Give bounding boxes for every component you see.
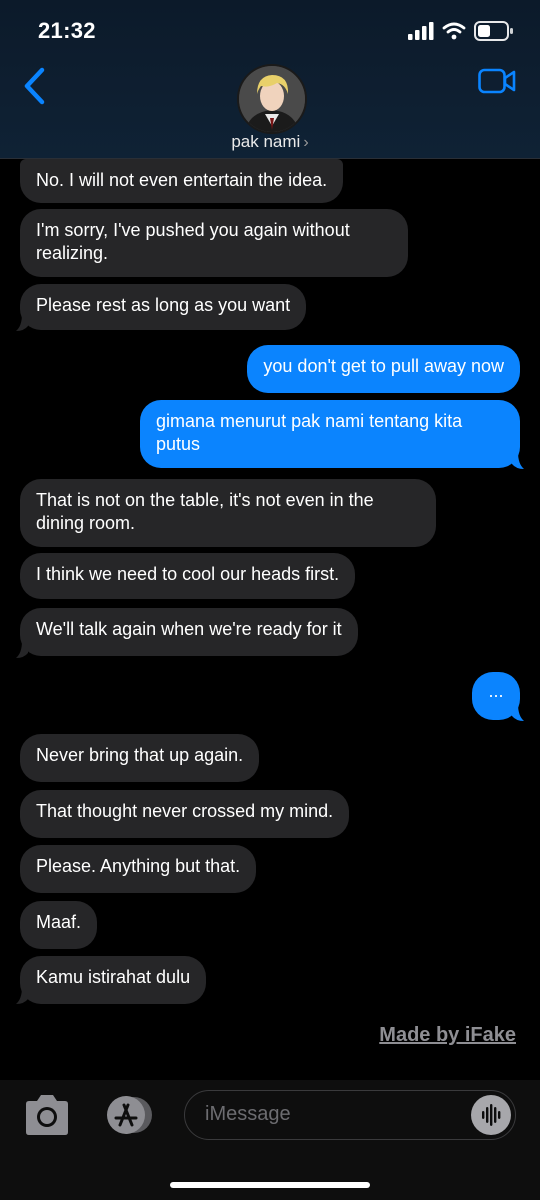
message-bubble-received[interactable]: That thought never crossed my mind. (20, 790, 350, 838)
audio-waveform-icon (482, 1104, 501, 1126)
home-indicator[interactable] (170, 1182, 370, 1188)
message-text: gimana menurut pak nami tentang kita put… (156, 411, 463, 454)
battery-icon (474, 21, 513, 41)
bubble-tail-icon (512, 452, 524, 469)
message-bubble-received[interactable]: Maaf. (20, 901, 98, 949)
back-chevron-icon[interactable] (20, 66, 50, 106)
message-text: ... (488, 681, 504, 701)
message-text: I think we need to cool our heads first. (36, 564, 340, 584)
bubble-tail-icon (512, 704, 524, 721)
message-text: you don't get to pull away now (263, 356, 504, 376)
signal-icon (408, 22, 434, 40)
message-bubble-received[interactable]: Please rest as long as you want (20, 284, 307, 330)
audio-message-button[interactable] (471, 1095, 511, 1135)
message-text: That is not on the table, it's not even … (36, 490, 374, 533)
message-bubble-received[interactable]: I'm sorry, I've pushed you again without… (20, 209, 408, 277)
app-store-icon[interactable] (100, 1094, 156, 1136)
message-bubble-sent[interactable]: gimana menurut pak nami tentang kita put… (140, 400, 520, 468)
contact-chevron-icon: › (303, 134, 309, 151)
message-text: We'll talk again when we're ready for it (36, 619, 342, 639)
message-bubble-received[interactable]: I think we need to cool our heads first. (20, 553, 356, 599)
message-bubble-received[interactable]: We'll talk again when we're ready for it (20, 608, 358, 656)
message-bubble-received[interactable]: No. I will not even entertain the idea. (20, 159, 344, 203)
message-text: Never bring that up again. (36, 745, 244, 765)
bubble-tail-icon (16, 314, 28, 331)
watermark-link[interactable]: Made by iFake (379, 1024, 516, 1047)
message-bubble-received[interactable]: Never bring that up again. (20, 734, 260, 782)
bubble-tail-icon (16, 641, 28, 658)
video-call-icon[interactable] (478, 68, 516, 94)
message-bubble-sent[interactable]: you don't get to pull away now (247, 345, 520, 393)
wifi-icon (442, 22, 466, 40)
camera-icon[interactable] (22, 1094, 72, 1136)
contact-avatar[interactable] (237, 64, 307, 134)
bubble-tail-icon (16, 987, 28, 1004)
avatar-image (239, 66, 305, 132)
message-bubble-received[interactable]: Please. Anything but that. (20, 845, 257, 893)
message-input-placeholder: iMessage (205, 1103, 291, 1125)
status-icons (408, 20, 514, 42)
status-time: 21:32 (38, 18, 96, 43)
message-bubble-received[interactable]: That is not on the table, it's not even … (20, 479, 436, 547)
contact-name[interactable]: pak nami › (0, 132, 540, 152)
message-text: Kamu istirahat dulu (36, 967, 191, 987)
message-input[interactable]: iMessage (184, 1090, 516, 1140)
conversation-header: 21:32 pak nami › (0, 0, 540, 159)
message-text: No. I will not even entertain the idea. (36, 170, 328, 190)
message-text: Please rest as long as you want (36, 295, 291, 315)
message-text: That thought never crossed my mind. (36, 801, 334, 821)
message-text: Maaf. (36, 912, 82, 932)
message-bubble-received[interactable]: Kamu istirahat dulu (20, 956, 207, 1004)
message-text: Please. Anything but that. (36, 856, 241, 876)
message-text: I'm sorry, I've pushed you again without… (36, 220, 350, 263)
contact-name-text: pak nami (231, 132, 301, 151)
